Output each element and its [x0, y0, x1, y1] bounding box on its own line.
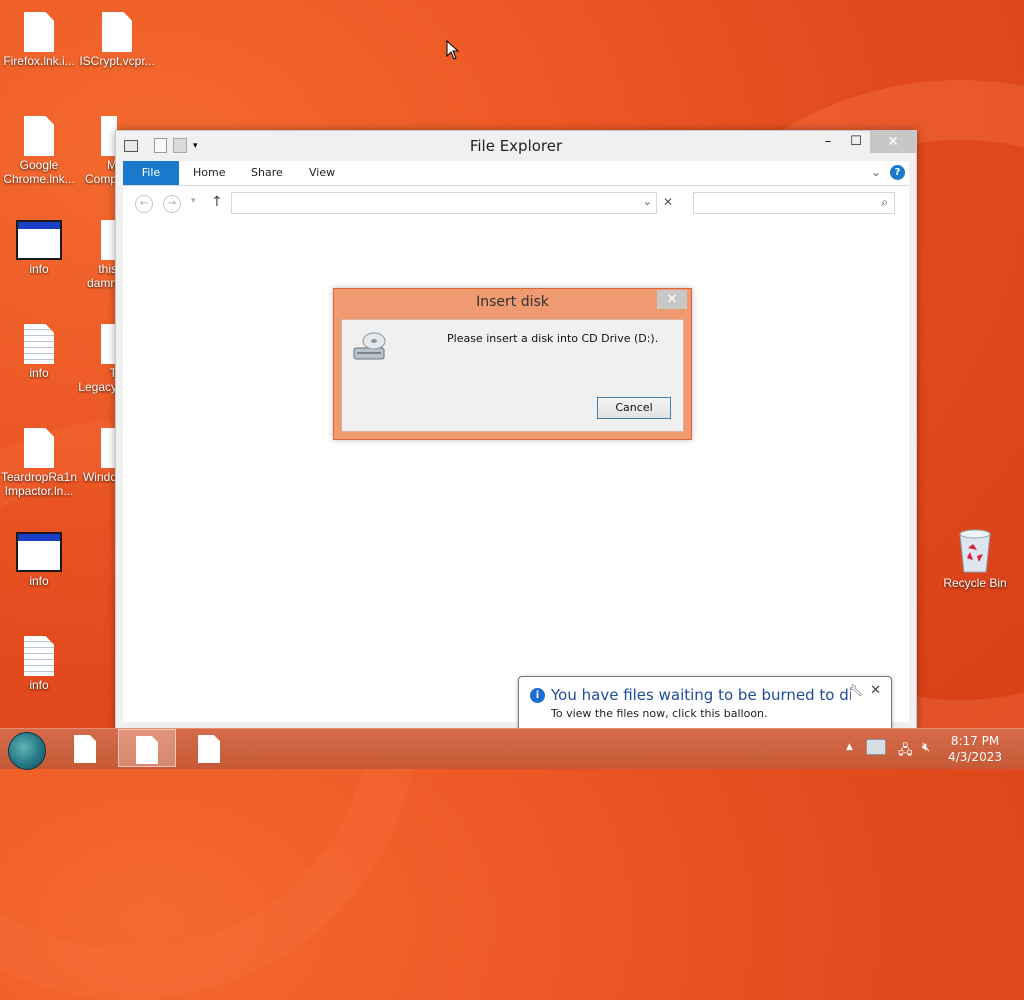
wrench-icon[interactable]: 🔧︎ [849, 684, 863, 697]
desktop-icon-label: Recycle Bin [943, 576, 1007, 590]
forward-arrow-icon[interactable]: → [163, 195, 181, 213]
mouse-cursor-icon [446, 40, 460, 60]
desktop-icon-label: ISCrypt.vcpr... [79, 54, 155, 68]
up-arrow-icon[interactable]: ↑ [211, 194, 223, 210]
desktop-icon-info-4[interactable]: info [0, 636, 79, 692]
dialog-body: Please insert a disk into CD Drive (D:).… [341, 319, 684, 432]
desktop-icon-computer[interactable]: M Comp [77, 116, 117, 186]
balloon-title: You have files waiting to be burned to d… [551, 686, 851, 704]
show-hidden-icons-chevron-icon[interactable]: ▲ [846, 742, 853, 782]
desktop-icon-teardrop[interactable]: TeardropRa1n Impactor.ln... [0, 428, 79, 498]
desktop-icon-windows[interactable]: Windo [77, 428, 117, 484]
taskbar: ▲ 🖧︎ 🔇︎ 8:17 PM 4/3/2023 [0, 728, 1024, 770]
file-icon [136, 736, 158, 764]
info-icon: i [530, 688, 545, 703]
search-input[interactable]: ⌕ [693, 192, 895, 214]
window-icon [16, 220, 62, 260]
tab-home[interactable]: Home [193, 161, 225, 185]
desktop-icon-label: info [29, 366, 49, 380]
dialog-message: Please insert a disk into CD Drive (D:). [447, 332, 659, 345]
help-icon[interactable]: ? [890, 165, 905, 180]
balloon-text: To view the files now, click this balloo… [551, 707, 768, 720]
close-button[interactable]: ✕ [870, 131, 916, 153]
desktop-icon-info-3[interactable]: info [0, 532, 79, 588]
desktop-icon-label: TeardropRa1n Impactor.ln... [0, 470, 78, 498]
shortcut-file-icon [24, 428, 54, 468]
balloon-close-icon[interactable]: ✕ [870, 683, 881, 698]
dialog-close-button[interactable]: ✕ [657, 290, 687, 309]
clock-time: 8:17 PM [950, 734, 1000, 748]
desktop-icon-info-1[interactable]: info [0, 220, 79, 276]
tab-view[interactable]: View [309, 161, 335, 185]
start-button[interactable] [8, 732, 46, 770]
burn-notification-balloon[interactable]: i You have files waiting to be burned to… [518, 676, 892, 741]
desktop-icon-google-chrome[interactable]: Google Chrome.lnk... [0, 116, 79, 186]
tab-file[interactable]: File [123, 161, 179, 185]
recent-locations-chevron-icon[interactable]: ▾ [191, 196, 196, 206]
cancel-button[interactable]: Cancel [597, 397, 671, 419]
desktop-icon-label: info [29, 262, 49, 276]
ribbon-expand-chevron-icon[interactable]: ⌄ [871, 165, 881, 179]
desktop-icon-info-2[interactable]: info [0, 324, 79, 380]
shortcut-file-icon [24, 116, 54, 156]
text-file-icon [24, 324, 54, 364]
taskbar-item-1[interactable] [56, 729, 114, 767]
window-titlebar[interactable]: ▾ File Explorer – ☐ ✕ [116, 131, 916, 161]
cd-burn-tray-icon[interactable] [866, 739, 886, 755]
desktop-icon-label: Google Chrome.lnk... [3, 158, 75, 186]
clock-date: 4/3/2023 [948, 750, 1002, 764]
desktop-icon-label: info [29, 678, 49, 692]
maximize-button[interactable]: ☐ [842, 131, 870, 153]
taskbar-item-3[interactable] [180, 729, 238, 767]
network-icon[interactable]: 🖧︎ [898, 741, 913, 781]
dialog-title: Insert disk [476, 294, 549, 310]
address-bar[interactable]: ⌄ [231, 192, 657, 214]
desktop-icon-label: M Comp [84, 158, 117, 186]
recycle-bin-icon [959, 529, 991, 573]
navigation-bar: ← → ▾ ↑ ⌄ ✕ ⌕ [123, 186, 909, 220]
desktop-icon-label: Firefox.lnk.i... [3, 54, 75, 68]
desktop-icon-legacy[interactable]: T Legacy [77, 324, 117, 394]
window-title: File Explorer [469, 137, 563, 155]
insert-disk-dialog: Insert disk ✕ Please insert a disk into … [333, 288, 692, 440]
system-clock[interactable]: 8:17 PM 4/3/2023 [948, 733, 1002, 765]
desktop-icon-iscrypt[interactable]: ISCrypt.vcpr... [77, 12, 157, 68]
file-icon [198, 735, 220, 763]
search-icon[interactable]: ⌕ [881, 195, 888, 210]
desktop-icon-firefox[interactable]: Firefox.lnk.i... [0, 12, 79, 68]
file-icon [102, 12, 132, 52]
desktop-icon-recycle-bin[interactable]: Recycle Bin [935, 528, 1015, 590]
desktop-icon-label: info [29, 574, 49, 588]
text-file-icon [24, 636, 54, 676]
file-icon [74, 735, 96, 763]
desktop-icon-label: this damn [86, 262, 117, 290]
desktop-icon-label: T Legacy [78, 366, 117, 394]
taskbar-item-2[interactable] [118, 729, 176, 767]
back-arrow-icon[interactable]: ← [135, 195, 153, 213]
clear-address-x-icon[interactable]: ✕ [663, 195, 673, 209]
ribbon-tabs: File Home Share View ⌄ ? [123, 161, 909, 186]
desktop-icon-label: Windo [82, 470, 117, 484]
minimize-button[interactable]: – [814, 131, 842, 153]
cd-drive-icon [353, 332, 386, 360]
tab-share[interactable]: Share [251, 161, 283, 185]
volume-muted-icon[interactable]: 🔇︎ [922, 740, 930, 780]
address-dropdown-chevron-icon[interactable]: ⌄ [643, 195, 652, 208]
desktop-icon-this-damn[interactable]: this damn [77, 220, 117, 290]
shortcut-file-icon [24, 12, 54, 52]
window-icon [16, 532, 62, 572]
